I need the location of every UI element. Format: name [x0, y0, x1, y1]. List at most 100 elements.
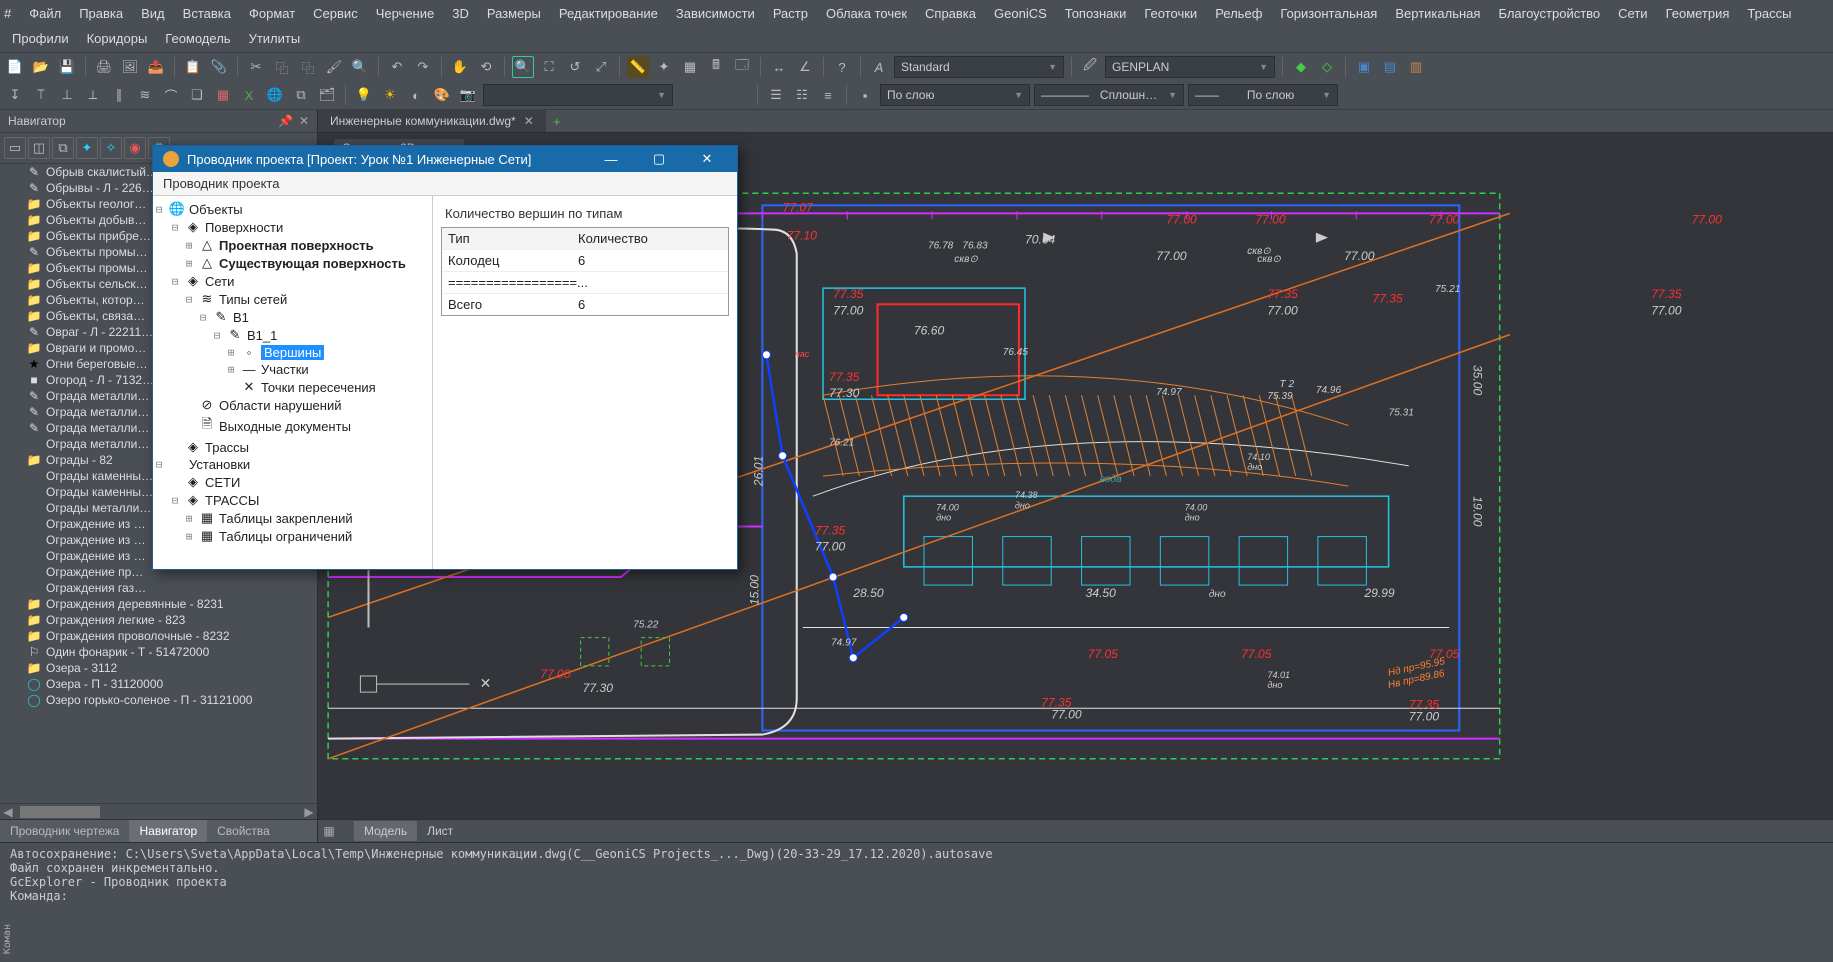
ptree-node[interactable]: ⊞▦Таблицы ограничений: [153, 527, 432, 545]
r2-icon-7[interactable]: ⌒: [160, 84, 182, 106]
new-icon[interactable]: 📄: [4, 56, 26, 78]
expand-icon[interactable]: ⊟: [169, 494, 181, 507]
dialog-min-icon[interactable]: —: [591, 152, 631, 167]
menu-облака точек[interactable]: Облака точек: [818, 2, 915, 25]
expand-icon[interactable]: ⊟: [169, 221, 181, 234]
dimstyle-combo[interactable]: GENPLAN▼: [1105, 56, 1275, 78]
match-icon[interactable]: 🖌: [323, 56, 345, 78]
menu-вид[interactable]: Вид: [133, 2, 173, 25]
zoom-prev-icon[interactable]: ↺: [564, 56, 586, 78]
r2-explorer-icon[interactable]: 🌐: [264, 84, 286, 106]
menu-утилиты[interactable]: Утилиты: [241, 27, 309, 50]
sun-icon[interactable]: ☀: [379, 84, 401, 106]
nav-item[interactable]: 📁Озера - 3112: [0, 660, 317, 676]
menu-черчение[interactable]: Черчение: [368, 2, 443, 25]
expand-icon[interactable]: ⊟: [153, 203, 165, 216]
menu-коридоры[interactable]: Коридоры: [79, 27, 156, 50]
r2-icon-3[interactable]: ⊥: [56, 84, 78, 106]
r2-table-icon[interactable]: ▦: [212, 84, 234, 106]
layout-grid-icon[interactable]: ▦: [318, 820, 340, 842]
expand-icon[interactable]: ⊟: [169, 275, 181, 288]
cut-icon[interactable]: ✂: [245, 56, 267, 78]
expand-icon[interactable]: ⊞: [225, 363, 237, 376]
ptree-node[interactable]: ⊟◈Поверхности: [153, 218, 432, 236]
ptree-node[interactable]: 🗎Выходные документы: [153, 414, 432, 438]
menu-растр[interactable]: Растр: [765, 2, 816, 25]
ptree-node[interactable]: ⊟ Установки: [153, 456, 432, 473]
nav-t5-icon[interactable]: ✧: [100, 137, 122, 159]
menu-топознаки[interactable]: Топознаки: [1057, 2, 1135, 25]
zoom-ext-icon[interactable]: ⛶: [538, 56, 560, 78]
print-icon[interactable]: 🖨: [93, 56, 115, 78]
lw-icon-2[interactable]: ☷: [791, 84, 813, 106]
ptree-node[interactable]: ⊘Области нарушений: [153, 396, 432, 414]
r2-layers-icon[interactable]: ❏: [186, 84, 208, 106]
nav-t1-icon[interactable]: ▭: [4, 137, 26, 159]
menu-геометрия[interactable]: Геометрия: [1658, 2, 1738, 25]
r2-more2-icon[interactable]: 🗂: [316, 84, 338, 106]
help-icon[interactable]: ?: [831, 56, 853, 78]
command-console[interactable]: Коман Автосохранение: C:\Users\Sveta\App…: [0, 842, 1833, 920]
expand-icon[interactable]: ⊞: [183, 239, 195, 252]
expand-icon[interactable]: ⊟: [211, 329, 223, 342]
nav-t4-icon[interactable]: ✦: [76, 137, 98, 159]
quick-calc-icon[interactable]: 🖩: [705, 56, 727, 78]
ptree-node[interactable]: ⊟✎В1: [153, 308, 432, 326]
menu-файл[interactable]: Файл: [21, 2, 69, 25]
nav-t6-icon[interactable]: ◉: [124, 137, 146, 159]
linetype-combo[interactable]: ————Сплошн…▼: [1034, 84, 1184, 106]
menu-геоточки[interactable]: Геоточки: [1136, 2, 1205, 25]
menu-рельеф[interactable]: Рельеф: [1207, 2, 1270, 25]
empty-combo[interactable]: ▼: [483, 84, 673, 106]
close-tab-icon[interactable]: ✕: [524, 114, 534, 128]
navigator-close-icon[interactable]: ✕: [299, 114, 309, 128]
menu-сети[interactable]: Сети: [1610, 2, 1655, 25]
dialog-close-icon[interactable]: ✕: [687, 151, 727, 167]
clipboard-icon[interactable]: 📋: [182, 56, 204, 78]
nav-item[interactable]: ◯Озеро горько-соленое - П - 31121000: [0, 692, 317, 708]
lw-icon-3[interactable]: ≡: [817, 84, 839, 106]
menu-вставка[interactable]: Вставка: [175, 2, 239, 25]
nav-t3-icon[interactable]: ⧉: [52, 137, 74, 159]
zoom-win-icon[interactable]: 🔍: [512, 56, 534, 78]
dim-linear-icon[interactable]: ↔: [768, 56, 790, 78]
ptree-node[interactable]: ⊟≋Типы сетей: [153, 290, 432, 308]
ptree-node[interactable]: ⊟🌐Объекты: [153, 200, 432, 218]
expand-icon[interactable]: ⊟: [197, 311, 209, 324]
nav-item[interactable]: 📁Ограждения деревянные - 8231: [0, 596, 317, 612]
menu-трассы[interactable]: Трассы: [1739, 2, 1799, 25]
font-a-icon[interactable]: A: [868, 56, 890, 78]
save-icon[interactable]: 💾: [56, 56, 78, 78]
menu-3d[interactable]: 3D: [444, 2, 477, 25]
r2-icon-1[interactable]: ↧: [4, 84, 26, 106]
r2-icon-2[interactable]: ⟙: [30, 84, 52, 106]
measure-icon[interactable]: 📏: [627, 56, 649, 78]
expand-icon[interactable]: ⊟: [153, 458, 165, 471]
ptree-node[interactable]: ⊞△Проектная поверхность: [153, 236, 432, 254]
menu-вертикальная[interactable]: Вертикальная: [1387, 2, 1488, 25]
layout-tab[interactable]: Лист: [417, 821, 463, 841]
expand-icon[interactable]: ⊞: [183, 512, 195, 525]
ptree-node[interactable]: ✕Точки пересечения: [153, 378, 432, 396]
undo-icon[interactable]: ↶: [386, 56, 408, 78]
nav-t2-icon[interactable]: ◫: [28, 137, 50, 159]
camera-icon[interactable]: 📷: [457, 84, 479, 106]
layout-tab[interactable]: Модель: [354, 821, 417, 841]
material-icon[interactable]: ◐: [405, 84, 427, 106]
ptree-node[interactable]: ⊟✎В1_1: [153, 326, 432, 344]
ptree-node[interactable]: ◈Трассы: [153, 438, 432, 456]
nav-item[interactable]: ◯Озера - П - 31120000: [0, 676, 317, 692]
gc-icon-2[interactable]: ◇: [1316, 56, 1338, 78]
ptree-node[interactable]: ⊟◈ТРАССЫ: [153, 491, 432, 509]
dim-style-icon[interactable]: 🖉: [1079, 56, 1101, 78]
render-icon[interactable]: 🎨: [431, 84, 453, 106]
ptree-node[interactable]: ⊞◦Вершины: [153, 344, 432, 361]
expand-icon[interactable]: ⊟: [183, 293, 195, 306]
r2-more1-icon[interactable]: ⧉: [290, 84, 312, 106]
gc-icon-4[interactable]: ▤: [1379, 56, 1401, 78]
dim-ang-icon[interactable]: ∠: [794, 56, 816, 78]
copy-icon[interactable]: ⿻: [271, 56, 293, 78]
props-icon[interactable]: 🗔: [731, 56, 753, 78]
pan-icon[interactable]: ✋: [449, 56, 471, 78]
project-tree[interactable]: ⊟🌐Объекты⊟◈Поверхности⊞△Проектная поверх…: [153, 196, 433, 569]
